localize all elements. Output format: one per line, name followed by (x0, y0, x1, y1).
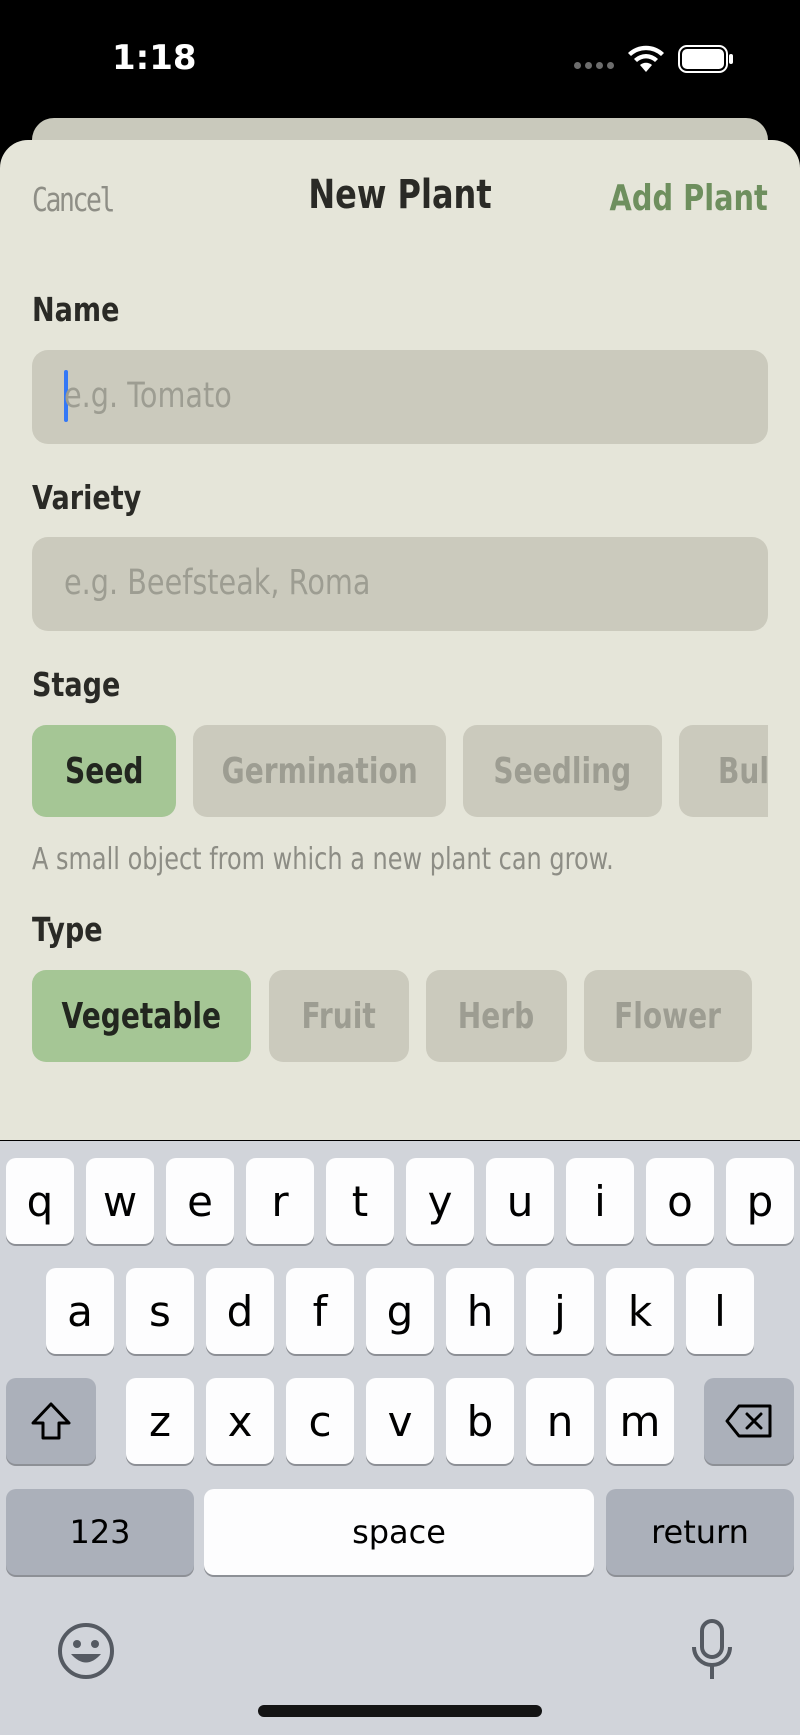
key-q[interactable]: q (6, 1158, 74, 1244)
microphone-icon[interactable] (690, 1619, 734, 1683)
stage-chip-seed[interactable]: Seed (32, 725, 176, 817)
stage-chip-row[interactable]: Seed Germination Seedling Bulb (32, 725, 768, 817)
new-plant-sheet: Cancel New Plant Add Plant Name e.g. Tom… (0, 140, 800, 1140)
key-z[interactable]: z (126, 1378, 194, 1464)
key-a[interactable]: a (46, 1268, 114, 1354)
shift-key[interactable] (6, 1378, 96, 1464)
backspace-icon (725, 1404, 772, 1438)
keyboard: q w e r t y u i o p a s d f g h j k l z … (0, 1141, 800, 1735)
variety-placeholder: e.g. Beefsteak, Roma (64, 563, 371, 603)
key-m[interactable]: m (606, 1378, 674, 1464)
cellular-signal-icon (574, 62, 614, 70)
key-b[interactable]: b (446, 1378, 514, 1464)
stage-label: Stage (32, 665, 121, 704)
key-l[interactable]: l (686, 1268, 754, 1354)
key-r[interactable]: r (246, 1158, 314, 1244)
type-chip-flower[interactable]: Flower (584, 970, 752, 1062)
key-w[interactable]: w (86, 1158, 154, 1244)
stage-chip-seedling[interactable]: Seedling (463, 725, 662, 817)
key-j[interactable]: j (526, 1268, 594, 1354)
wifi-icon (628, 45, 664, 72)
key-i[interactable]: i (566, 1158, 634, 1244)
key-y[interactable]: y (406, 1158, 474, 1244)
key-t[interactable]: t (326, 1158, 394, 1244)
type-label: Type (32, 910, 103, 949)
key-f[interactable]: f (286, 1268, 354, 1354)
type-chip-row[interactable]: Vegetable Fruit Herb Flower (32, 970, 768, 1062)
key-v[interactable]: v (366, 1378, 434, 1464)
stage-chip-bulb[interactable]: Bulb (679, 725, 768, 817)
name-field[interactable]: e.g. Tomato (32, 350, 768, 444)
variety-field[interactable]: e.g. Beefsteak, Roma (32, 537, 768, 631)
key-e[interactable]: e (166, 1158, 234, 1244)
shift-icon (31, 1402, 71, 1440)
variety-label: Variety (32, 478, 142, 517)
key-k[interactable]: k (606, 1268, 674, 1354)
key-d[interactable]: d (206, 1268, 274, 1354)
battery-icon (678, 45, 733, 73)
status-time: 1:18 (112, 38, 197, 78)
space-key[interactable]: space (204, 1489, 594, 1575)
type-chip-herb[interactable]: Herb (426, 970, 567, 1062)
return-key[interactable]: return (606, 1489, 794, 1575)
key-n[interactable]: n (526, 1378, 594, 1464)
name-placeholder: e.g. Tomato (64, 376, 232, 416)
home-indicator (258, 1705, 542, 1717)
emoji-icon[interactable] (56, 1621, 116, 1681)
numbers-key[interactable]: 123 (6, 1489, 194, 1575)
backspace-key[interactable] (704, 1378, 794, 1464)
stage-chip-germination[interactable]: Germination (193, 725, 446, 817)
key-u[interactable]: u (486, 1158, 554, 1244)
key-o[interactable]: o (646, 1158, 714, 1244)
type-chip-fruit[interactable]: Fruit (269, 970, 409, 1062)
status-bar: 1:18 (0, 0, 800, 120)
stage-description: A small object from which a new plant ca… (32, 842, 614, 877)
key-s[interactable]: s (126, 1268, 194, 1354)
key-h[interactable]: h (446, 1268, 514, 1354)
type-chip-vegetable[interactable]: Vegetable (32, 970, 251, 1062)
name-label: Name (32, 290, 120, 329)
key-x[interactable]: x (206, 1378, 274, 1464)
key-c[interactable]: c (286, 1378, 354, 1464)
key-p[interactable]: p (726, 1158, 794, 1244)
key-g[interactable]: g (366, 1268, 434, 1354)
add-plant-button[interactable]: Add Plant (610, 178, 768, 219)
